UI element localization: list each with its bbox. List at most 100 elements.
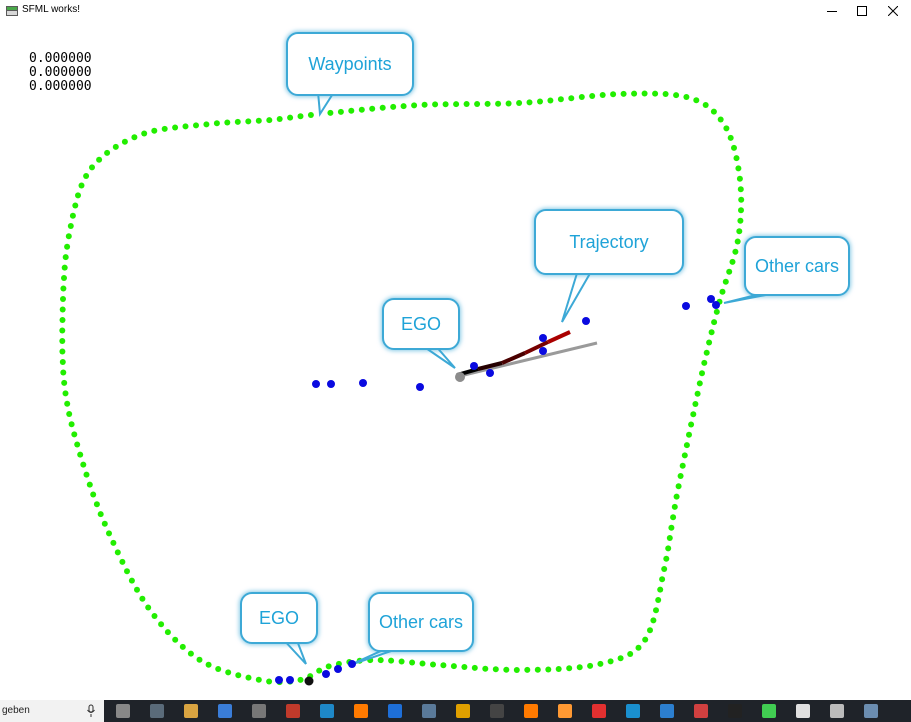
waypoint-dot	[650, 617, 657, 624]
waypoint-dot	[60, 285, 67, 292]
waypoint-dot	[708, 329, 715, 336]
waypoint-dot	[348, 107, 355, 114]
store-icon[interactable]	[218, 704, 232, 718]
waypoint-dot	[516, 100, 523, 106]
waypoint-dot	[555, 666, 562, 672]
waypoint-dot	[369, 105, 376, 112]
callout-waypoints: Waypoints	[286, 32, 414, 96]
waypoint-dot	[652, 90, 659, 97]
waypoint-dot	[64, 400, 71, 407]
waypoint-dot	[679, 462, 686, 469]
waypoint-dot	[699, 370, 705, 377]
other-car-dot	[327, 380, 335, 388]
chrome-icon[interactable]	[592, 704, 606, 718]
taskbar-search-box[interactable]: geben	[0, 700, 104, 722]
waypoint-dot	[492, 666, 499, 673]
task-view-icon[interactable]	[116, 704, 130, 718]
music-icon[interactable]	[626, 704, 640, 718]
waypoint-dot	[358, 106, 365, 113]
waypoint-dot	[547, 97, 554, 104]
waypoint-dot	[657, 586, 664, 593]
waypoint-dot	[631, 90, 638, 97]
snipping-tool-icon[interactable]	[150, 704, 164, 718]
sfml-app-icon[interactable]	[864, 704, 878, 718]
scratch-icon[interactable]	[558, 704, 572, 718]
waypoint-dot	[59, 327, 66, 334]
waypoint-dot	[737, 217, 744, 224]
waypoint-dot	[537, 98, 543, 105]
waypoint-dot	[388, 657, 395, 664]
steam-icon[interactable]	[422, 704, 436, 718]
waypoint-dot	[641, 90, 648, 97]
waypoint-dot	[411, 102, 418, 109]
waypoint-dot	[104, 149, 111, 156]
waypoint-dot	[60, 296, 66, 302]
waypoint-dot	[702, 102, 709, 108]
waypoint-dot	[717, 116, 724, 123]
waypoint-dot	[683, 94, 690, 100]
waypoint-dot	[266, 678, 273, 685]
visual-studio-icon[interactable]	[830, 704, 844, 718]
waypoint-dot	[442, 101, 449, 108]
waypoint-dot	[161, 125, 168, 132]
waypoint-dot	[733, 155, 740, 162]
firefox-icon-2[interactable]	[524, 704, 538, 718]
game-icon[interactable]	[694, 704, 708, 718]
waypoint-dot	[719, 288, 726, 295]
waypoint-dot	[196, 656, 203, 663]
waypoint-dot	[255, 676, 262, 683]
app-icon[interactable]	[286, 704, 300, 718]
firefox-icon[interactable]	[354, 704, 368, 718]
waypoint-dot	[297, 676, 304, 683]
sublime-text-icon[interactable]	[456, 704, 470, 718]
other-car-dot	[539, 334, 547, 342]
waypoint-dot	[421, 101, 428, 108]
waypoint-dot	[203, 121, 210, 128]
waypoint-dot	[726, 268, 733, 275]
waypoint-dot	[71, 431, 78, 438]
waypoint-dot	[72, 202, 79, 209]
waypoint-dot	[213, 120, 220, 127]
waypoint-dot	[112, 143, 119, 150]
window-icon[interactable]	[320, 704, 334, 718]
waypoint-dot	[701, 359, 708, 366]
terminal-icon[interactable]	[728, 704, 742, 718]
waypoint-dot	[61, 275, 67, 281]
waypoint-dot	[158, 621, 165, 628]
ego-vehicle	[455, 372, 465, 382]
waypoint-dot	[735, 165, 742, 172]
waypoint-dot	[729, 258, 736, 265]
waypoint-dot	[495, 100, 502, 107]
waypoint-dot	[69, 212, 76, 219]
waypoint-dot	[62, 254, 69, 261]
heading-line	[459, 341, 598, 378]
settings-icon[interactable]	[252, 704, 266, 718]
waypoint-dot	[620, 90, 627, 97]
waypoint-dot	[83, 471, 90, 478]
waypoint-dot	[245, 118, 252, 125]
waypoint-dot	[653, 607, 659, 614]
waypoint-dot	[578, 94, 585, 100]
waypoint-dot	[266, 117, 273, 124]
remote-desktop-icon[interactable]	[660, 704, 674, 718]
waypoint-dot	[172, 124, 179, 131]
waypoint-dot	[179, 643, 186, 650]
waypoint-dot	[297, 113, 304, 120]
waypoint-dot	[589, 93, 596, 99]
edge-icon[interactable]	[388, 704, 402, 718]
waypoint-dot	[97, 511, 104, 518]
car-game-icon[interactable]	[796, 704, 810, 718]
callout-ego-bottom: EGO	[240, 592, 318, 644]
waypoint-dot	[681, 452, 688, 459]
waypoint-dot	[409, 659, 416, 666]
waypoint-dot	[398, 658, 405, 665]
qt-creator-icon[interactable]	[762, 704, 776, 718]
waypoint-dot	[607, 658, 614, 665]
waypoint-dot	[75, 192, 81, 199]
file-explorer-icon[interactable]	[184, 704, 198, 718]
waypoint-dot	[182, 123, 189, 130]
microphone-icon[interactable]	[86, 704, 96, 718]
waypoint-dot	[77, 451, 84, 458]
x-app-icon[interactable]	[490, 704, 504, 718]
search-text: geben	[2, 705, 30, 716]
